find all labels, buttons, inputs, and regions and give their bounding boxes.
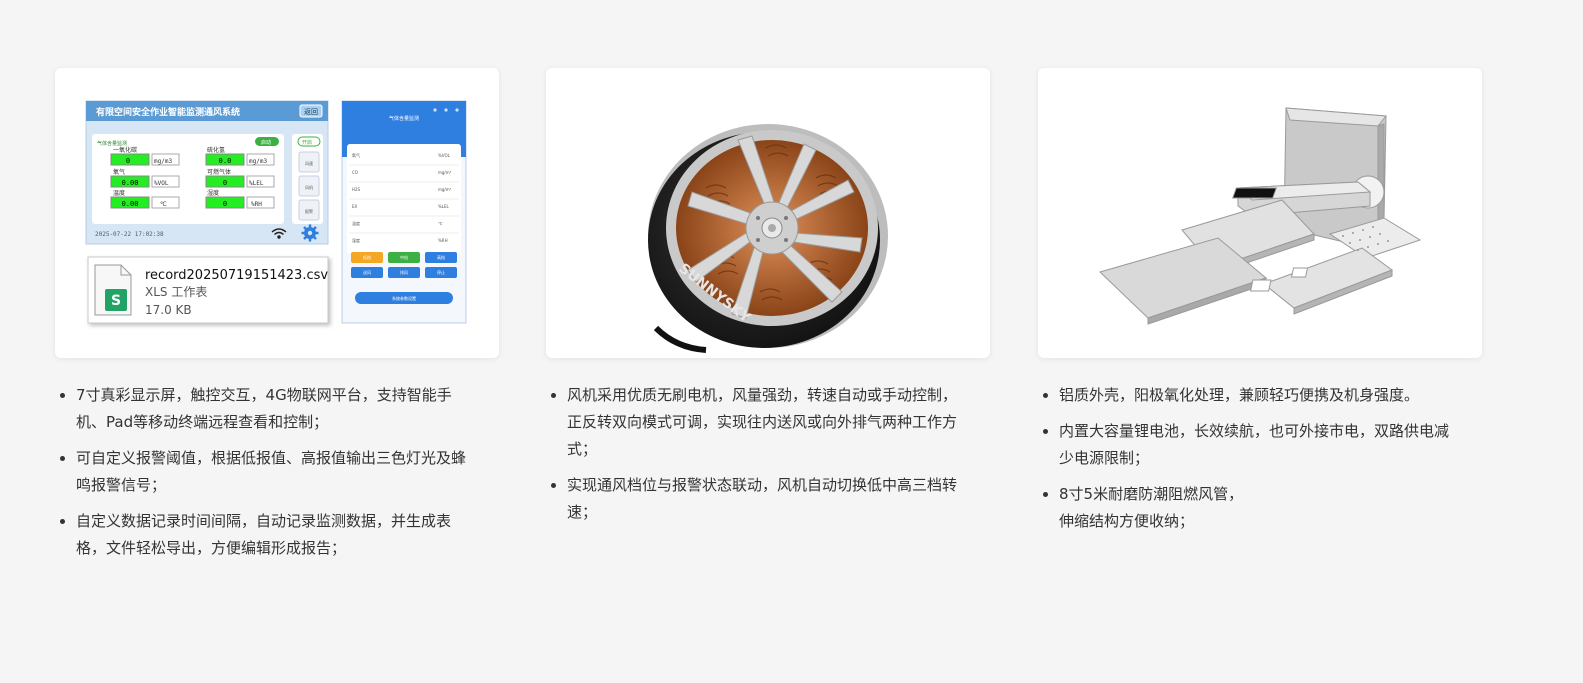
gas-label: 氧气 — [113, 168, 125, 176]
phone-row-unit: %VOL — [438, 153, 451, 158]
phone-row-label: EX — [352, 204, 358, 209]
brushless-motor-card: SUNNYSKY — [546, 68, 990, 358]
phone-row-unit: %LEL — [438, 204, 450, 209]
phone-title: 气体含量监测 — [389, 115, 419, 122]
monitoring-feature-list: 7寸真彩显示屏，触控交互，4G物联网平台，支持智能手 机、Pad等移动终端远程查… — [58, 382, 488, 571]
phone-row-unit: mg/m³ — [438, 170, 452, 175]
gas-unit: %RH — [251, 201, 262, 208]
monitoring-system-card: 有限空间安全作业智能监测通风系统 返回 气体含量监测 启动 一氧化碳 0 mg/… — [55, 68, 499, 358]
side-button-label: 报警 — [305, 208, 313, 214]
side-button-label: 风速 — [305, 160, 313, 166]
gas-unit: %VOL — [154, 180, 169, 187]
phone-row-label: CO — [352, 170, 358, 175]
list-item: 实现通风档位与报警状态联动，风机自动切换低中高三档转 速； — [549, 472, 979, 526]
screen-timestamp: 2025-07-22 17:02:38 — [95, 231, 164, 238]
phone-button-label: 停止 — [437, 269, 445, 275]
phone-row-label: 温度 — [352, 220, 360, 226]
list-item: 铝质外壳，阳极氧化处理，兼顾轻巧便携及机身强度。 — [1041, 382, 1471, 409]
start-toggle-label: 启动 — [261, 139, 271, 146]
spreadsheet-file-icon: S — [94, 264, 132, 316]
phone-row-unit: %RH — [438, 238, 448, 243]
gear-icon[interactable] — [301, 224, 319, 242]
monitoring-system-image: 有限空间安全作业智能监测通风系统 返回 气体含量监测 启动 一氧化碳 0 mg/… — [85, 100, 467, 324]
gas-value: 0 — [223, 179, 227, 187]
phone-button-label: 排风 — [400, 269, 408, 275]
on-toggle-label: 开启 — [302, 139, 312, 146]
phone-row-unit: mg/m³ — [438, 187, 452, 192]
gas-label: 可燃气体 — [207, 168, 231, 176]
case-feature-list: 铝质外壳，阳极氧化处理，兼顾轻巧便携及机身强度。 内置大容量锂电池，长效续航，也… — [1041, 382, 1471, 544]
section-label: 气体含量监测 — [97, 140, 127, 147]
file-icon-letter: S — [111, 293, 121, 309]
gas-value: 0 — [126, 157, 130, 165]
gas-value: 0.00 — [122, 179, 139, 187]
display-cutout — [1232, 187, 1278, 199]
screen-title: 有限空间安全作业智能监测通风系统 — [96, 106, 240, 118]
phone-button-label: 送风 — [363, 269, 371, 275]
gas-value: 0.0 — [219, 157, 232, 165]
gas-unit: %LEL — [249, 180, 264, 187]
motor-feature-list: 风机采用优质无刷电机，风量强劲，转速自动或手动控制， 正反转双向模式可调，实现往… — [549, 382, 979, 535]
gas-unit: mg/m3 — [249, 158, 267, 165]
gas-label: 温度 — [113, 189, 125, 197]
list-item: 8寸5米耐磨防潮阻燃风管， 伸缩结构方便收纳； — [1041, 481, 1471, 535]
aluminium-case-card — [1038, 68, 1482, 358]
phone-row-label: 氧气 — [352, 152, 360, 158]
screen-exit-label: 返回 — [304, 108, 318, 116]
list-item: 7寸真彩显示屏，触控交互，4G物联网平台，支持智能手 机、Pad等移动终端远程查… — [58, 382, 488, 436]
gas-value: 0.00 — [122, 200, 139, 208]
phone-row-label: H2S — [352, 187, 361, 192]
phone-row-unit: ℃ — [438, 221, 443, 226]
gas-value: 0 — [223, 200, 227, 208]
brushless-motor-image: SUNNYSKY — [648, 124, 888, 353]
gas-unit: mg/m3 — [154, 158, 172, 165]
aluminium-case-image — [1099, 107, 1422, 325]
list-item: 风机采用优质无刷电机，风量强劲，转速自动或手动控制， 正反转双向模式可调，实现往… — [549, 382, 979, 463]
gas-unit: ℃ — [160, 201, 167, 208]
phone-button-label: 低档 — [363, 254, 371, 260]
phone-row-label: 湿度 — [352, 237, 360, 243]
phone-button-label: 高档 — [437, 254, 445, 260]
phone-button-label: 中档 — [400, 254, 408, 260]
list-item: 可自定义报警阈值，根据低报值、高报值输出三色灯光及蜂 鸣报警信号； — [58, 445, 488, 499]
file-size: 17.0 KB — [145, 303, 192, 317]
gas-label: 硫化氢 — [207, 146, 225, 154]
file-type: XLS 工作表 — [145, 285, 207, 299]
file-name: record20250719151423.csv — [145, 268, 328, 283]
gas-label: 一氧化碳 — [113, 146, 137, 154]
list-item: 自定义数据记录时间间隔，自动记录监测数据，并生成表 格，文件轻松导出，方便编辑形… — [58, 508, 488, 562]
phone-bottom-button-label: 系统参数设置 — [392, 295, 416, 301]
side-button-label: 风机 — [305, 184, 313, 190]
gas-label: 湿度 — [207, 189, 219, 197]
list-item: 内置大容量锂电池，长效续航，也可外接市电，双路供电减 少电源限制； — [1041, 418, 1471, 472]
